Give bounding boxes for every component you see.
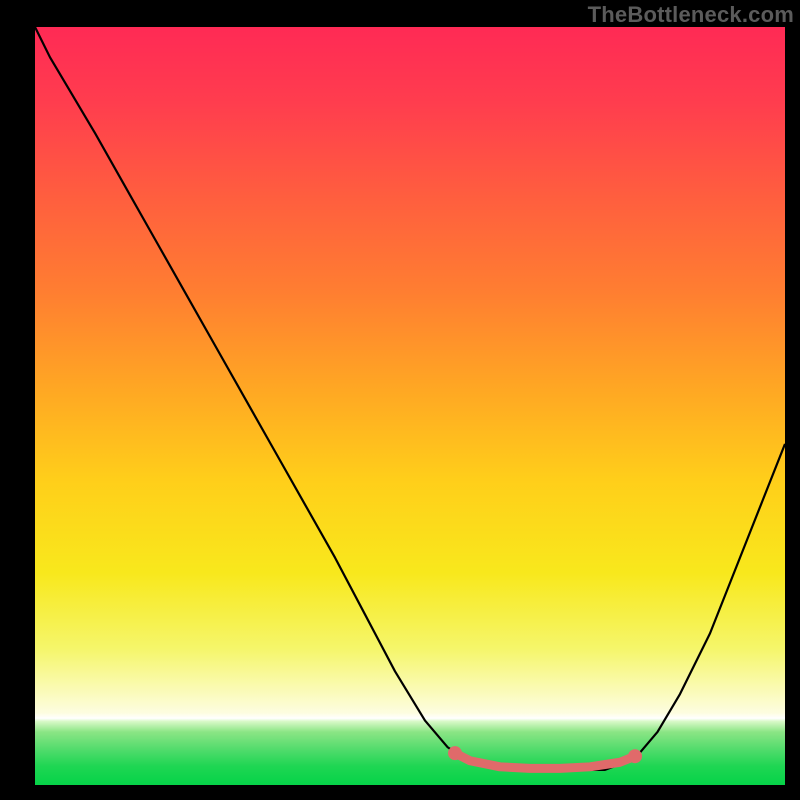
gradient-background bbox=[35, 27, 785, 785]
highlight-cap-0 bbox=[448, 746, 462, 760]
chart-svg bbox=[35, 27, 785, 785]
highlight-cap-1 bbox=[628, 749, 642, 763]
plot-area bbox=[35, 27, 785, 785]
watermark-text: TheBottleneck.com bbox=[588, 2, 794, 28]
chart-frame: TheBottleneck.com bbox=[0, 0, 800, 800]
